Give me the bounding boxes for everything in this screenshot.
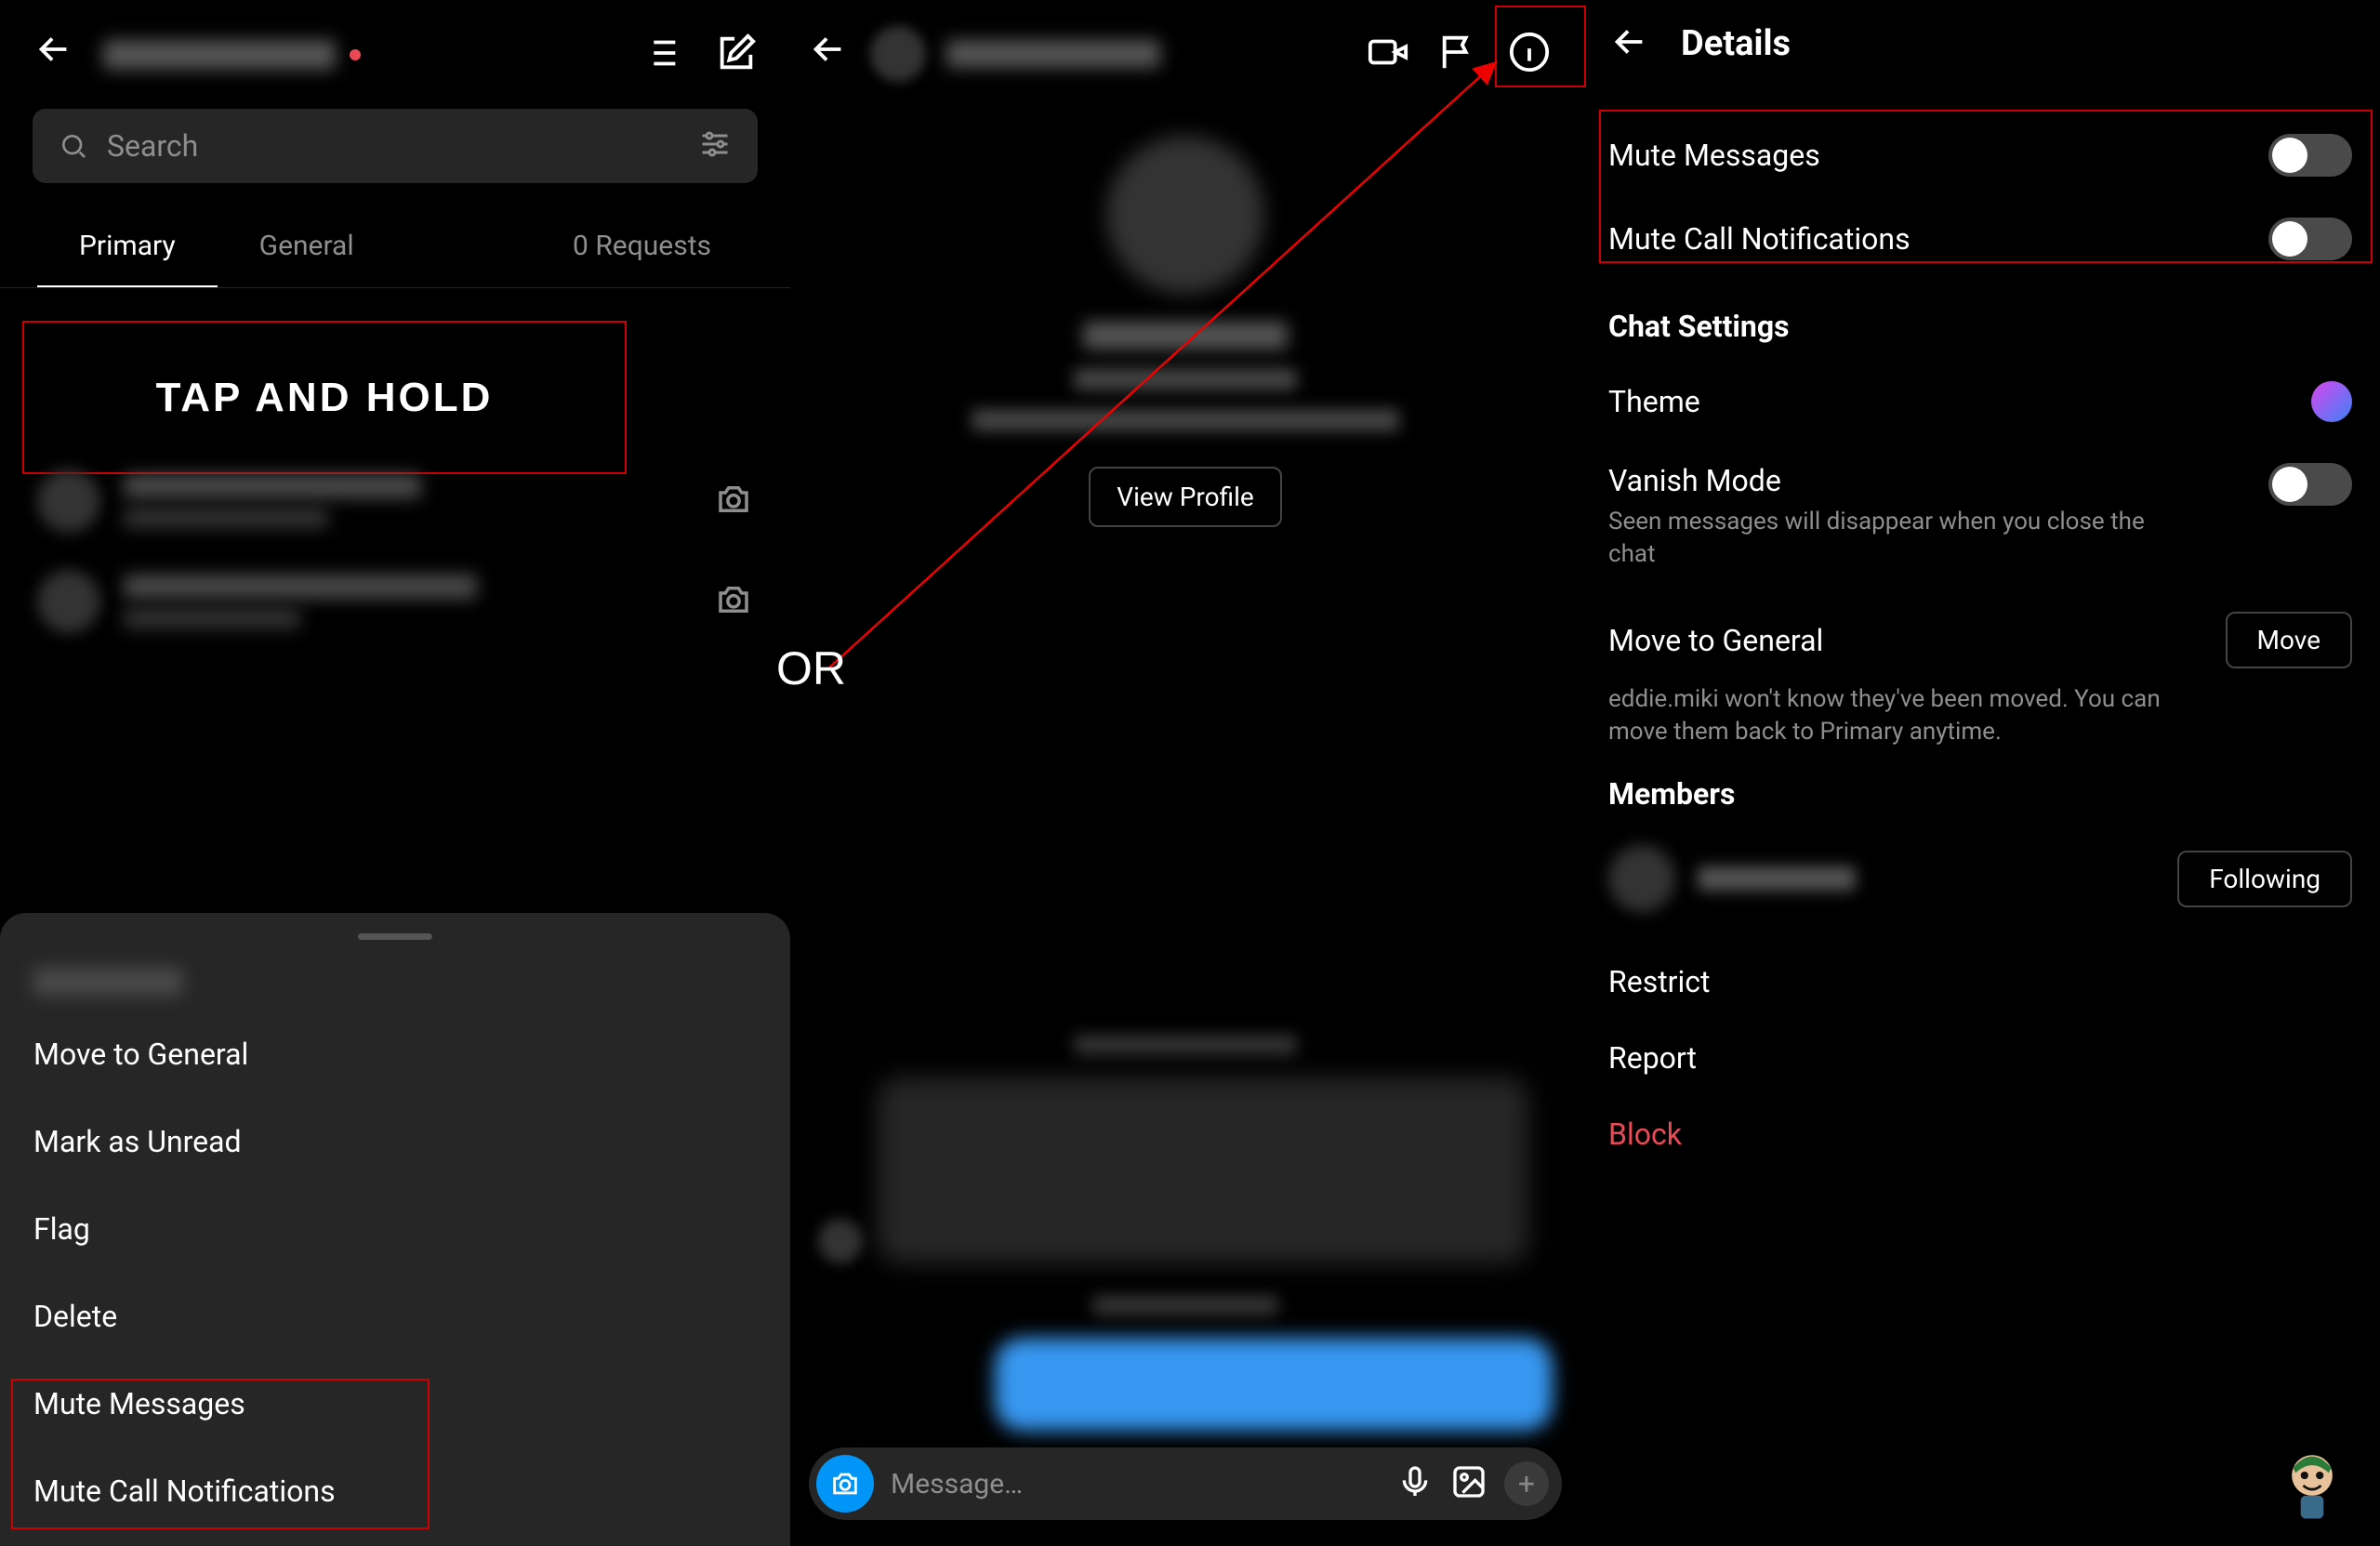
notification-dot-icon — [350, 49, 361, 60]
annotation-or-label: OR — [776, 641, 846, 695]
theme-row[interactable]: Theme — [1608, 361, 2352, 443]
mascot-icon — [2280, 1447, 2345, 1524]
move-general-label: Move to General — [1608, 623, 1823, 658]
vanish-mode-sub: Seen messages will disappear when you cl… — [1608, 506, 2185, 571]
back-arrow-icon[interactable] — [807, 28, 850, 81]
view-profile-button[interactable]: View Profile — [1089, 467, 1282, 527]
chat-timestamp — [1092, 1295, 1278, 1315]
conversation-row[interactable] — [0, 551, 790, 652]
vanish-mode-row: Vanish Mode Seen messages will disappear… — [1608, 443, 2352, 591]
annotation-info-box — [1495, 6, 1586, 87]
mute-calls-toggle[interactable] — [2268, 218, 2352, 260]
tab-requests[interactable]: 0 Requests — [396, 206, 753, 287]
filter-icon[interactable] — [698, 127, 732, 165]
back-arrow-icon[interactable] — [33, 28, 75, 81]
theme-label: Theme — [1608, 384, 1700, 419]
camera-icon[interactable] — [714, 480, 753, 522]
annotation-mute-box — [11, 1379, 430, 1529]
camera-icon[interactable] — [714, 580, 753, 623]
menu-move-general[interactable]: Move to General — [0, 1011, 790, 1098]
details-panel: Details Mute Messages Mute Call Notifica… — [1580, 0, 2380, 1546]
incoming-message — [818, 1077, 1553, 1263]
video-call-icon[interactable] — [1367, 31, 1409, 77]
flag-icon[interactable] — [1437, 31, 1480, 77]
theme-swatch-icon — [2311, 381, 2352, 422]
move-general-sub: eddie.miki won't know they've been moved… — [1608, 683, 2185, 748]
search-input[interactable]: Search — [33, 109, 758, 183]
profile-avatar — [1106, 136, 1264, 294]
gallery-icon[interactable] — [1450, 1463, 1488, 1504]
tab-primary[interactable]: Primary — [37, 206, 218, 287]
context-menu-sheet: Move to General Mark as Unread Flag Dele… — [0, 913, 790, 1546]
message-composer: Message… + — [809, 1447, 1562, 1520]
chat-avatar[interactable] — [870, 26, 926, 82]
account-switcher[interactable] — [103, 40, 612, 70]
compose-icon[interactable] — [715, 32, 758, 78]
menu-mark-unread[interactable]: Mark as Unread — [0, 1098, 790, 1185]
annotation-tap-hold-label: TAP AND HOLD — [156, 375, 494, 421]
member-name — [1698, 866, 1856, 891]
mute-messages-toggle[interactable] — [2268, 134, 2352, 177]
tab-general[interactable]: General — [218, 206, 396, 287]
vanish-mode-label: Vanish Mode — [1608, 463, 2185, 498]
members-heading: Members — [1608, 776, 2352, 812]
message-input[interactable]: Message… — [891, 1468, 1380, 1500]
chat-username[interactable] — [946, 40, 1160, 68]
details-title: Details — [1681, 23, 1791, 64]
list-icon[interactable] — [640, 32, 682, 78]
mic-icon[interactable] — [1396, 1463, 1434, 1504]
back-arrow-icon[interactable] — [1608, 20, 1651, 67]
chat-timestamp — [1074, 1035, 1297, 1055]
member-avatar — [1608, 845, 1675, 912]
outgoing-message — [995, 1338, 1553, 1431]
block-action[interactable]: Block — [1608, 1096, 2352, 1172]
menu-flag[interactable]: Flag — [0, 1185, 790, 1273]
dm-list-panel: Search Primary General 0 Requests TAP AN… — [0, 0, 790, 1546]
member-row[interactable]: Following — [1608, 828, 2352, 944]
following-button[interactable]: Following — [2177, 851, 2352, 907]
annotation-tap-hold-box: TAP AND HOLD — [22, 321, 627, 474]
move-button[interactable]: Move — [2226, 612, 2352, 668]
vanish-mode-toggle[interactable] — [2268, 463, 2352, 506]
menu-delete[interactable]: Delete — [0, 1273, 790, 1360]
chat-settings-heading: Chat Settings — [1608, 309, 2352, 344]
annotation-mute-settings-box — [1599, 110, 2373, 263]
search-placeholder: Search — [107, 128, 680, 164]
restrict-action[interactable]: Restrict — [1608, 944, 2352, 1020]
chat-panel: View Profile Message… + — [790, 0, 1580, 1546]
report-action[interactable]: Report — [1608, 1020, 2352, 1096]
plus-button[interactable]: + — [1504, 1461, 1549, 1506]
chat-profile-header: View Profile — [790, 99, 1580, 527]
camera-button[interactable] — [816, 1455, 874, 1513]
sheet-handle-icon[interactable] — [358, 933, 432, 940]
move-general-row: Move to General Move — [1608, 591, 2352, 689]
